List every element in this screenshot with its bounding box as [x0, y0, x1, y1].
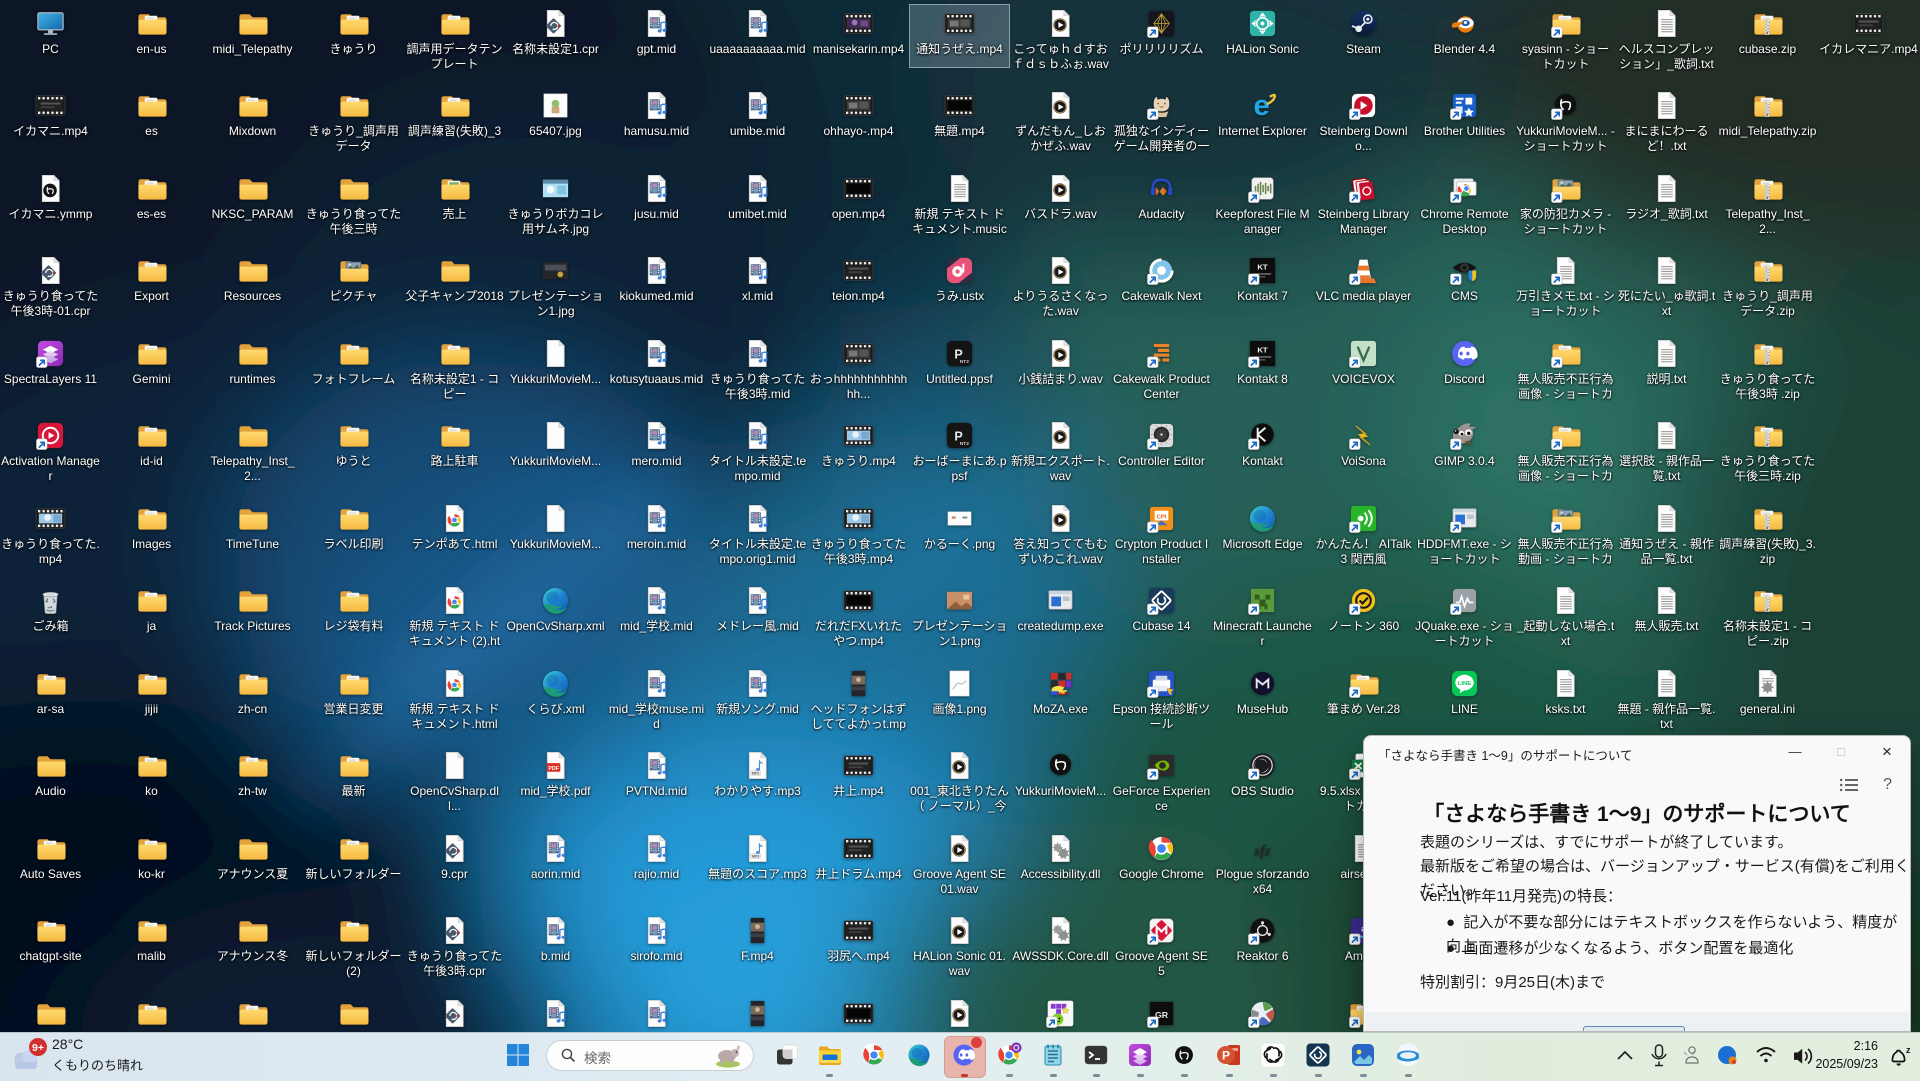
svg-text:P: P	[1222, 1049, 1230, 1063]
svg-text:z: z	[1906, 1045, 1911, 1055]
svg-text:2025/09/23: 2025/09/23	[1815, 1057, 1878, 1071]
svg-text:9+: 9+	[32, 1042, 44, 1054]
svg-text:2:16: 2:16	[1854, 1039, 1878, 1053]
